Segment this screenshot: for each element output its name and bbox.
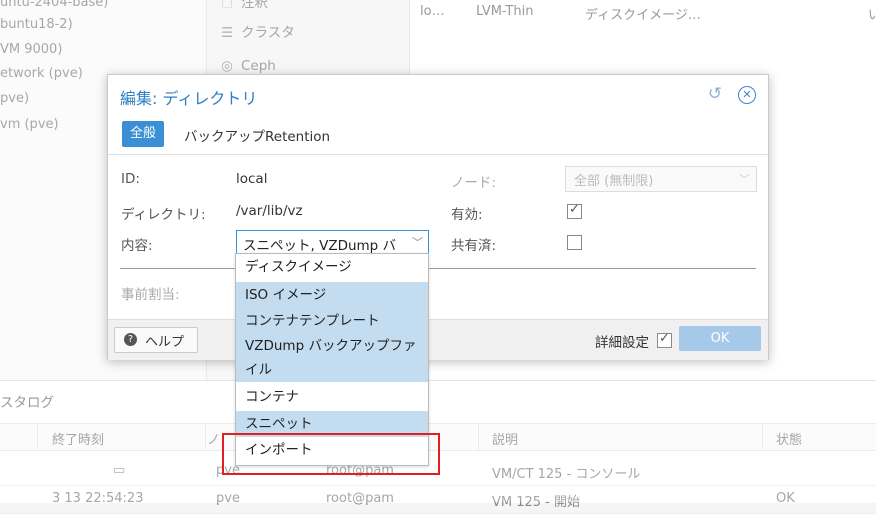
node-label: ノード:	[451, 175, 497, 191]
list-item[interactable]: コンテナテンプレート	[236, 308, 428, 334]
enabled-checkbox[interactable]: ✓	[567, 202, 582, 219]
shared-label: 共有済:	[451, 238, 497, 254]
highlight-annotation-box	[222, 433, 440, 475]
help-button[interactable]: ? ヘルプ	[114, 327, 198, 353]
id-label: ID:	[121, 171, 140, 187]
check-icon: ✓	[659, 331, 670, 346]
advanced-checkbox[interactable]: ✓	[657, 331, 672, 348]
question-icon: ?	[124, 333, 137, 346]
chevron-down-icon[interactable]: ﹀	[412, 234, 423, 250]
tab-general[interactable]: 全般	[122, 121, 164, 147]
enabled-label: 有効:	[451, 207, 483, 223]
list-item[interactable]: VZDump バックアップファイル	[236, 334, 428, 382]
dialog-footer: ? ヘルプ 詳細設定 ✓ OK	[108, 319, 768, 360]
content-label: 内容:	[121, 238, 153, 254]
close-icon[interactable]: ✕	[738, 86, 756, 104]
directory-label: ディレクトリ:	[121, 207, 206, 223]
list-item[interactable]: コンテナ	[236, 384, 428, 410]
preallocation-label: 事前割当:	[121, 287, 180, 303]
section-divider	[120, 268, 756, 269]
list-item[interactable]: ISO イメージ	[236, 282, 428, 308]
chevron-down-icon: ﹀	[739, 173, 750, 186]
ok-button[interactable]: OK	[679, 326, 761, 351]
check-icon: ✓	[569, 202, 580, 217]
help-label: ヘルプ	[145, 335, 185, 350]
id-value: local	[236, 171, 268, 187]
tab-backup-retention[interactable]: バックアップRetention	[184, 125, 330, 145]
content-select-value: スニペット, VZDump バ	[243, 238, 397, 254]
shared-checkbox[interactable]	[567, 235, 582, 250]
edit-directory-dialog: 編集: ディレクトリ ↺ ✕ 全般 バックアップRetention ID: lo…	[107, 74, 769, 360]
node-select-value: 全部 (無制限)	[574, 174, 654, 189]
tab-divider	[108, 154, 768, 155]
directory-value: /var/lib/vz	[236, 203, 303, 219]
node-select[interactable]: 全部 (無制限) ﹀	[565, 166, 757, 192]
advanced-label: 詳細設定	[595, 335, 649, 351]
list-item[interactable]: ディスクイメージ	[236, 254, 428, 282]
reset-icon[interactable]: ↺	[706, 85, 724, 103]
dialog-title: 編集: ディレクトリ	[120, 89, 258, 108]
